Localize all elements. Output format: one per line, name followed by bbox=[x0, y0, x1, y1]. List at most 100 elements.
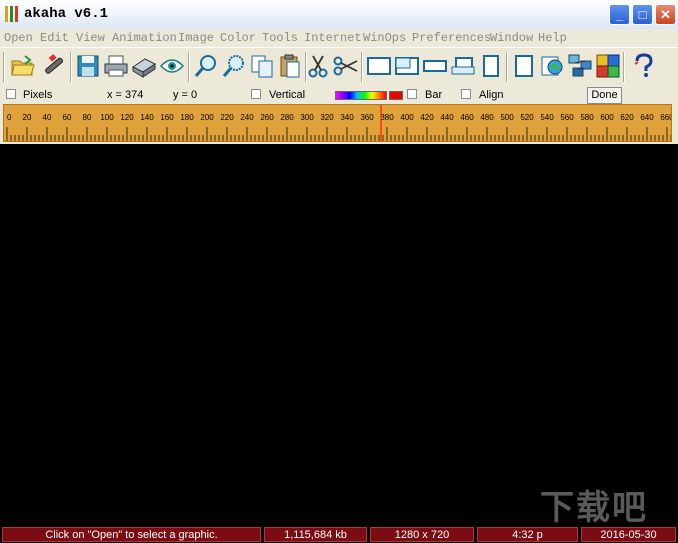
window-title: akaha v6.1 bbox=[24, 6, 109, 22]
ruler-label: 140 bbox=[140, 113, 154, 122]
globe-icon[interactable] bbox=[539, 53, 565, 79]
pixel-ruler[interactable]: 0 20 40 60 80 100 120 140 160 180 200 220 240 260 280 3… bbox=[3, 104, 672, 142]
vertical-checkbox[interactable] bbox=[251, 89, 261, 99]
ruler-label: 620 bbox=[620, 113, 634, 122]
menu-window[interactable]: Window bbox=[490, 31, 533, 45]
image-canvas[interactable] bbox=[0, 144, 678, 526]
frame-3-icon[interactable] bbox=[422, 53, 448, 79]
help-icon[interactable] bbox=[630, 53, 656, 79]
ruler-label: 660 bbox=[660, 113, 671, 122]
menu-internet[interactable]: Internet bbox=[304, 31, 362, 45]
bar-checkbox[interactable] bbox=[407, 89, 417, 99]
frame-2-icon[interactable] bbox=[394, 53, 420, 79]
frame-1-icon[interactable] bbox=[366, 53, 392, 79]
y-coordinate-readout: y = 0 bbox=[173, 89, 198, 101]
ruler-label: 160 bbox=[160, 113, 174, 122]
bar-label: Bar bbox=[425, 89, 443, 101]
selected-color-swatch[interactable] bbox=[389, 91, 403, 100]
ruler-label: 540 bbox=[540, 113, 554, 122]
options-row: Pixels x = 374 y = 0 Vertical Bar Align … bbox=[0, 86, 678, 104]
ruler-label: 560 bbox=[560, 113, 574, 122]
pixels-checkbox[interactable] bbox=[6, 89, 16, 99]
maximize-button[interactable]: □ bbox=[632, 4, 653, 25]
close-button[interactable]: ✕ bbox=[655, 4, 676, 25]
page-icon[interactable] bbox=[511, 53, 537, 79]
ruler-label: 580 bbox=[580, 113, 594, 122]
ruler-label: 460 bbox=[460, 113, 474, 122]
toolbar-separator bbox=[188, 52, 190, 82]
ruler-label: 180 bbox=[180, 113, 194, 122]
watermark-logo: 下载吧 bbox=[540, 489, 648, 527]
ruler-label: 400 bbox=[400, 113, 414, 122]
menu-preferences[interactable]: Preferences bbox=[412, 31, 491, 45]
ruler-label: 20 bbox=[23, 113, 32, 122]
toolbar-separator bbox=[3, 52, 5, 82]
align-checkbox[interactable] bbox=[461, 89, 471, 99]
status-resolution: 1280 x 720 bbox=[370, 527, 474, 542]
ruler-scale: 0 20 40 60 80 100 120 140 160 180 200 220 240 260 280 3… bbox=[6, 105, 671, 141]
ruler-label: 220 bbox=[220, 113, 234, 122]
status-memory: 1,115,684 kb bbox=[264, 527, 367, 542]
menu-tools[interactable]: Tools bbox=[262, 31, 298, 45]
puzzle-icon[interactable] bbox=[595, 53, 621, 79]
menu-edit[interactable]: Edit bbox=[40, 31, 69, 45]
menu-open[interactable]: Open bbox=[4, 31, 33, 45]
menu-animation[interactable]: Animation bbox=[112, 31, 177, 45]
toolbar-separator bbox=[623, 52, 625, 82]
paste-icon[interactable] bbox=[277, 53, 303, 79]
ruler-label: 500 bbox=[500, 113, 514, 122]
menu-help[interactable]: Help bbox=[538, 31, 567, 45]
menu-bar: Open Edit View Animation Image Color Too… bbox=[0, 29, 678, 47]
frame-4-icon[interactable] bbox=[450, 53, 476, 79]
eye-icon[interactable] bbox=[159, 53, 185, 79]
ruler-label: 300 bbox=[300, 113, 314, 122]
ruler-label: 600 bbox=[600, 113, 614, 122]
toolbar-separator bbox=[361, 52, 363, 82]
ruler-label: 640 bbox=[640, 113, 654, 122]
toolbar-separator bbox=[70, 52, 72, 82]
title-bar[interactable]: akaha v6.1 _ □ ✕ bbox=[0, 0, 678, 30]
wand-icon[interactable] bbox=[40, 53, 66, 79]
ruler-label: 340 bbox=[340, 113, 354, 122]
status-date: 2016-05-30 bbox=[581, 527, 676, 542]
ruler-label: 280 bbox=[280, 113, 294, 122]
ruler-label: 520 bbox=[520, 113, 534, 122]
cut-icon[interactable] bbox=[305, 53, 331, 79]
ruler-label: 0 bbox=[7, 113, 12, 122]
zoom-fit-icon[interactable] bbox=[221, 53, 247, 79]
color-spectrum-bar[interactable] bbox=[335, 91, 387, 100]
menu-winops[interactable]: WinOps bbox=[363, 31, 406, 45]
ruler-label: 40 bbox=[43, 113, 52, 122]
network-icon[interactable] bbox=[567, 53, 593, 79]
minimize-button[interactable]: _ bbox=[609, 4, 630, 25]
menu-color[interactable]: Color bbox=[220, 31, 256, 45]
toolbar bbox=[0, 47, 678, 87]
zoom-icon[interactable] bbox=[193, 53, 219, 79]
print-icon[interactable] bbox=[103, 53, 129, 79]
ruler-label: 60 bbox=[63, 113, 72, 122]
frame-5-icon[interactable] bbox=[478, 53, 504, 79]
pixels-label: Pixels bbox=[23, 89, 53, 101]
status-bar: Click on "Open" to select a graphic. 1,1… bbox=[0, 526, 678, 543]
scanner-icon[interactable] bbox=[131, 53, 157, 79]
ruler-label: 440 bbox=[440, 113, 454, 122]
open-folder-icon[interactable] bbox=[10, 53, 36, 79]
done-button[interactable]: Done bbox=[587, 87, 622, 104]
ruler-label: 80 bbox=[83, 113, 92, 122]
ruler-label: 360 bbox=[360, 113, 374, 122]
toolbar-separator bbox=[506, 52, 508, 82]
crop-icon[interactable] bbox=[333, 53, 359, 79]
ruler-label: 480 bbox=[480, 113, 494, 122]
menu-view[interactable]: View bbox=[76, 31, 105, 45]
ruler-label: 200 bbox=[200, 113, 214, 122]
status-time: 4:32 p bbox=[477, 527, 578, 542]
ruler-label: 100 bbox=[100, 113, 114, 122]
x-coordinate-readout: x = 374 bbox=[107, 89, 144, 101]
ruler-label: 380 bbox=[380, 113, 394, 122]
vertical-label: Vertical bbox=[269, 89, 306, 101]
status-message: Click on "Open" to select a graphic. bbox=[2, 527, 261, 542]
menu-image[interactable]: Image bbox=[178, 31, 214, 45]
ruler-label: 240 bbox=[240, 113, 254, 122]
save-disk-icon[interactable] bbox=[75, 53, 101, 79]
copy-icon[interactable] bbox=[249, 53, 275, 79]
